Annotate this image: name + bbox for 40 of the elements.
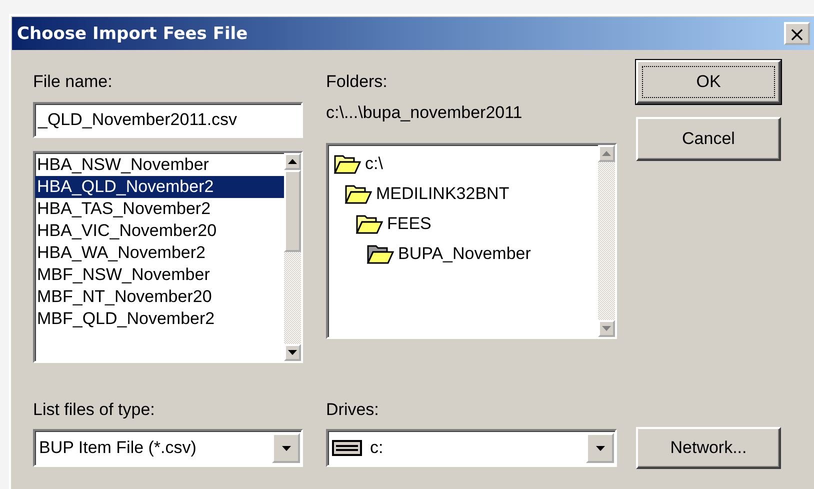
folder-tree[interactable]: c:\ MEDILINK32BNT FEES BUPA_November [326,143,617,339]
drives-label: Drives: [326,400,380,421]
window-title: Choose Import Fees File [17,24,248,44]
file-item[interactable]: HBA_VIC_November20 [35,220,284,242]
file-name-label: File name: [33,72,114,93]
file-item[interactable]: HBA_WA_November2 [35,242,284,264]
file-item[interactable]: HBA_NSW_November [35,154,284,176]
up-arrow-icon [602,151,611,156]
file-item[interactable]: MBF_NT_November20 [35,286,284,308]
scrollbar[interactable] [284,153,301,361]
ok-button[interactable]: OK [636,60,781,104]
folder-item[interactable]: BUPA_November [328,239,598,269]
caret-icon [282,446,290,450]
folder-icon [334,153,361,175]
folders-label: Folders: [326,72,388,93]
close-button[interactable]: × [784,22,810,45]
file-item[interactable]: MBF_NSW_November [35,264,284,286]
caret-icon [596,446,604,450]
file-item[interactable]: MBF_QLD_November2 [35,308,284,330]
file-name-field[interactable]: _QLD_November2011.csv [33,102,303,138]
folder-item[interactable]: FEES [328,209,598,239]
folder-item[interactable]: MEDILINK32BNT [328,179,598,209]
down-arrow-icon [288,350,297,355]
file-item[interactable]: HBA_QLD_November2 [35,176,284,198]
scroll-thumb[interactable] [284,170,301,252]
file-item[interactable]: HBA_TAS_November2 [35,198,284,220]
folder-icon [367,243,394,265]
folder-icon [356,213,383,235]
down-arrow-icon [602,326,611,331]
folder-path: c:\...\bupa_november2011 [326,103,524,124]
file-type-label: List files of type: [33,400,156,421]
file-type-dropdown[interactable]: BUP Item File (*.csv) [33,429,303,467]
folder-item[interactable]: c:\ [328,149,598,179]
up-arrow-icon [288,159,297,164]
drives-dropdown[interactable]: c: [326,429,617,467]
folder-icon [345,183,372,205]
cancel-button[interactable]: Cancel [636,117,781,161]
drive-icon [332,440,362,456]
file-list[interactable]: HBA_NSW_November HBA_QLD_November2 HBA_TAS_November2 HBA_VIC_November20 HBA_WA_November2 MBF_NSW_November MBF_NT_November20 MBF_QLD_November2 [33,151,303,363]
network-button[interactable]: Network... [636,427,781,469]
